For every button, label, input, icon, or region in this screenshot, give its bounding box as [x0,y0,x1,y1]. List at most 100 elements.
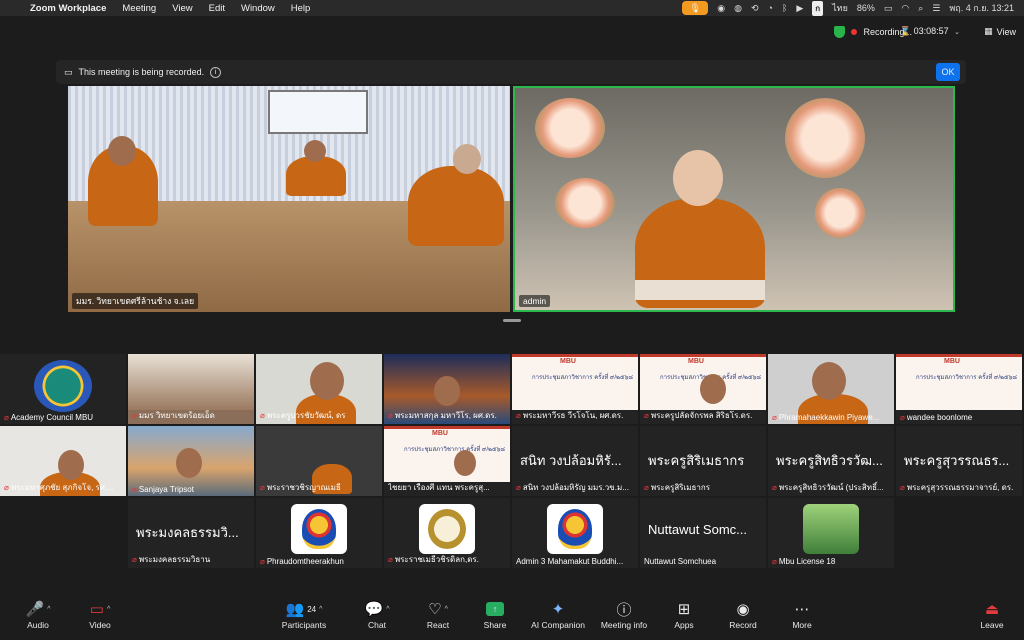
participant-name: wandee boonlome [906,413,973,422]
participant-display-name: พระครูสิทธิวรวัฒ... [776,453,883,468]
participant-display-name: พระครูสิริเมธากร [648,453,745,468]
battery-percent[interactable]: 86% [857,3,875,13]
ok-button[interactable]: OK [936,63,960,81]
participant-name: พระครูสิทธิวรวัฒน์ (ประสิทธิ์... [778,483,884,492]
input-source-icon[interactable]: ก [812,0,824,16]
participant-tile[interactable]: ⌀ พระมหาศุภชัย สุภกิจโจ, รศ.... [0,426,126,496]
datetime[interactable]: พฤ. 4 ก.ย. 13:21 [949,1,1014,15]
video-label: Video [89,620,111,630]
sync-tray-icon[interactable]: ⟲ [751,3,759,14]
participant-name: Admin 3 Mahamakut Buddhi... [516,557,624,566]
muted-mic-icon: ⌀ [900,413,905,422]
participant-name: พระครูสุวรรณธรรมาจารย์, ดร. [906,483,1014,492]
academy-council-logo [34,360,92,412]
participant-tile[interactable]: Admin 3 Mahamakut Buddhi... [512,498,638,568]
participant-tile[interactable]: พระครูสิริเมธากร ⌀ พระครูสิริเมธากร [640,426,766,496]
wifi-icon[interactable]: ◠ [901,3,909,14]
muted-mic-icon: ⌀ [260,411,265,420]
meeting-toolbar: 🎤 ^ Audio ▭ ^ Video 👥 24 ^ Participants 💬 ^ C… [0,594,1024,640]
participant-name: Academy Council MBU [10,413,94,422]
participant-tile[interactable]: ⌀ มมร วิทยาเขตร้อยเอ็ด [128,354,254,424]
participant-count: 24 [307,604,317,614]
menu-help[interactable]: Help [283,3,319,14]
battery-icon[interactable]: ▭ [884,3,893,14]
participant-tile[interactable]: ⌀ พระราชเมธีวชิรดิลก,ดร. [384,498,510,568]
view-button[interactable]: ▦ View [984,26,1016,37]
slide-brand: MBU [944,358,960,365]
mic-muted-icon: 🎤 [25,601,45,618]
participant-name: Mbu License 18 [778,557,836,566]
menu-app-name[interactable]: Zoom Workplace [22,3,114,14]
speaker-name-right: admin [519,295,551,307]
recording-banner: ▭ This meeting is being recorded. i OK [56,60,966,84]
flower-decoration [815,188,865,238]
muted-mic-icon: ⌀ [516,411,521,420]
participant-tile[interactable]: พระครูสิทธิวรวัฒ... ⌀ พระครูสิทธิวรวัฒน์ … [768,426,894,496]
bluetooth-icon[interactable]: ᛒ [782,3,787,13]
muted-mic-icon: ⌀ [644,411,649,420]
participant-tile[interactable]: ⌀ พระครูบวรชัยวัฒน์, ดร [256,354,382,424]
participant-display-name: พระครูสุวรรณธร... [904,453,1010,468]
clock-tray-icon[interactable]: ◔ [768,3,773,13]
info-icon[interactable]: i [210,66,222,78]
participant-tile[interactable]: MBU การประชุมสภาวิชาการ ครั้งที่ ๙/๒๕๖๘ ⌀… [512,354,638,424]
control-center-icon[interactable]: ☰ [932,3,940,14]
chevron-up-icon[interactable]: ^ [319,606,322,613]
muted-mic-icon: ⌀ [772,557,777,566]
search-icon[interactable]: ⌕ [918,3,923,14]
resize-handle[interactable] [503,319,521,322]
participant-head [58,450,84,480]
participant-name: พระมหาศุภชัย สุภกิจโจ, รศ.... [10,483,114,492]
ai-companion-button[interactable]: ✦ AI Companion [520,598,596,630]
participants-button[interactable]: 👥 24 ^ Participants [266,598,342,630]
participant-head [310,362,344,400]
participant-tile[interactable]: ⌀ พระมหาสกุล มหาวีโร, ผศ.ดร. [384,354,510,424]
flower-decoration [535,98,605,158]
leave-button[interactable]: ⏏ Leave [954,598,1024,630]
line-tray-icon[interactable]: ◍ [734,3,742,14]
wall-poster [268,90,368,134]
chevron-up-icon[interactable]: ^ [386,606,389,613]
leave-label: Leave [980,620,1004,630]
participant-tile[interactable]: ⌀ Sanjaya Tripsot [128,426,254,496]
chevron-up-icon[interactable]: ^ [107,606,110,613]
participant-tile[interactable]: ⌀ พระราชวชิรญาณเมธี [256,426,382,496]
participant-tile[interactable]: ⌀ Mbu License 18 [768,498,894,568]
participant-name: พระมงคลธรรมวิธาน [138,555,211,564]
chevron-up-icon[interactable]: ^ [47,606,50,613]
muted-mic-icon: ⌀ [132,555,137,564]
muted-mic-icon: ⌀ [388,411,393,420]
chevron-up-icon[interactable]: ^ [445,606,448,613]
video-tile-speaker-left[interactable]: มมร. วิทยาเขตศรีล้านช้าง จ.เลย [68,86,510,312]
microphone-in-use-icon[interactable]: 🎙 [682,1,709,15]
participant-tile[interactable]: ⌀ Phraudomtheerakhun [256,498,382,568]
participant-tile[interactable]: ⌀ Academy Council MBU [0,354,126,424]
participant-tile[interactable]: MBU การประชุมสภาวิชาการ ครั้งที่ ๙/๒๕๖๘ ⌀… [640,354,766,424]
timer-icon: ⌛ [899,26,912,36]
video-tile-active-speaker[interactable]: admin [513,86,955,312]
meeting-timer: ⌛ 03:08:57 ⌄ [900,26,960,37]
menu-edit[interactable]: Edit [201,3,233,14]
chevron-down-icon[interactable]: ⌄ [954,29,960,36]
menu-window[interactable]: Window [233,3,283,14]
participant-tile[interactable]: MBU การประชุมสภาวิชาการ ครั้งที่ ๙/๒๕๖๘ ไ… [384,426,510,496]
video-button[interactable]: ▭ ^ Video [62,598,138,630]
participant-tile[interactable]: สนิท วงปล้อมหิรั... ⌀ สนิท วงปล้อมหิรัญ ม… [512,426,638,496]
menu-view[interactable]: View [164,3,200,14]
menu-meeting[interactable]: Meeting [114,3,164,14]
input-language[interactable]: ไทย [832,1,848,15]
participant-tile[interactable]: Nuttawut Somc... Nuttawut Somchuea [640,498,766,568]
participant-tile[interactable]: ⌀ Phramahaekkawin Piyawe... [768,354,894,424]
participant-name: Phramahaekkawin Piyawe... [778,413,880,422]
participant-tile[interactable]: MBU การประชุมสภาวิชาการ ครั้งที่ ๙/๒๕๖๘ ⌀… [896,354,1022,424]
participant-tile[interactable]: พระครูสุวรรณธร... ⌀ พระครูสุวรรณธรรมาจารย… [896,426,1022,496]
zoom-tray-icon[interactable]: ◉ [717,3,725,14]
macos-menubar: Zoom Workplace Meeting View Edit Window … [0,0,1024,16]
slide-title: การประชุมสภาวิชาการ ครั้งที่ ๙/๒๕๖๘ [404,447,505,453]
more-button[interactable]: ⋯ More [764,598,840,630]
participant-tile[interactable]: พระมงคลธรรมวิ... ⌀ พระมงคลธรรมวิธาน [128,498,254,568]
heart-icon: ♡ [428,601,442,618]
participant-name: มมร วิทยาเขตร้อยเอ็ด [138,411,215,420]
play-icon[interactable]: ▶ [796,3,803,14]
more-dots-icon: ⋯ [794,601,810,618]
